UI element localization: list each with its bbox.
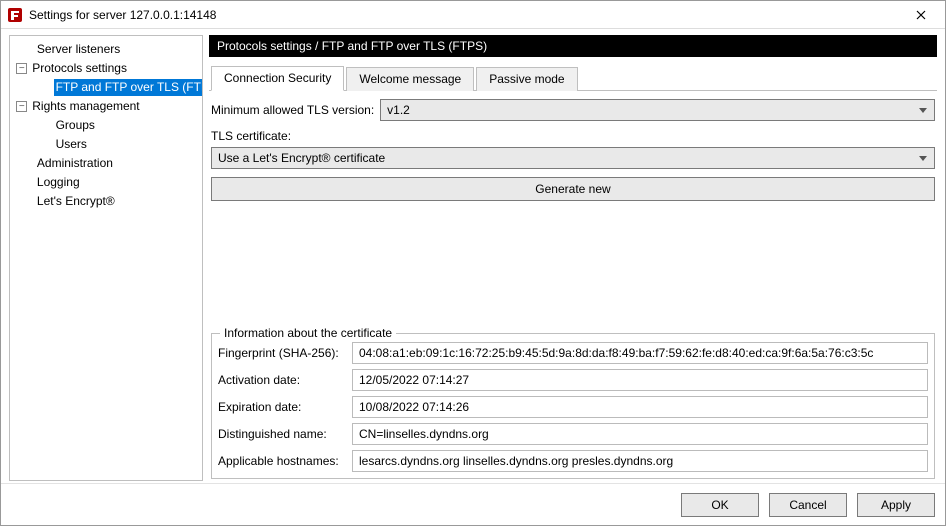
tree-collapse-icon[interactable]: − — [16, 101, 27, 112]
applicable-hostnames-value: lesarcs.dyndns.org linselles.dyndns.org … — [352, 450, 928, 472]
generate-new-button[interactable]: Generate new — [211, 177, 935, 201]
tab-welcome-message[interactable]: Welcome message — [346, 67, 474, 91]
min-tls-label: Minimum allowed TLS version: — [211, 103, 374, 117]
tab-connection-security[interactable]: Connection Security — [211, 66, 344, 91]
tree-item-users[interactable]: Users — [10, 135, 202, 154]
close-button[interactable] — [901, 1, 941, 29]
fingerprint-value: 04:08:a1:eb:09:1c:16:72:25:b9:45:5d:9a:8… — [352, 342, 928, 364]
tree-item-ftp-ftps[interactable]: FTP and FTP over TLS (FTPS) — [10, 78, 202, 97]
apply-button[interactable]: Apply — [857, 493, 935, 517]
tls-certificate-label: TLS certificate: — [211, 129, 935, 143]
tree-item-logging[interactable]: Logging — [10, 173, 202, 192]
expiration-date-label: Expiration date: — [218, 400, 352, 414]
breadcrumb: Protocols settings / FTP and FTP over TL… — [209, 35, 937, 57]
ok-button[interactable]: OK — [681, 493, 759, 517]
titlebar: Settings for server 127.0.0.1:14148 — [1, 1, 945, 29]
tree-item-groups[interactable]: Groups — [10, 116, 202, 135]
tree-item-lets-encrypt[interactable]: Let's Encrypt® — [10, 192, 202, 211]
distinguished-name-label: Distinguished name: — [218, 427, 352, 441]
tree-item-rights-management[interactable]: − Rights management — [10, 97, 202, 116]
fingerprint-label: Fingerprint (SHA-256): — [218, 346, 352, 360]
tls-certificate-value: Use a Let's Encrypt® certificate — [218, 151, 385, 165]
tree-item-protocols-settings[interactable]: − Protocols settings — [10, 59, 202, 78]
certificate-info-fieldset: Information about the certificate Finger… — [211, 333, 935, 479]
distinguished-name-value: CN=linselles.dyndns.org — [352, 423, 928, 445]
min-tls-dropdown[interactable]: v1.2 — [380, 99, 935, 121]
min-tls-value: v1.2 — [387, 103, 410, 117]
certificate-info-legend: Information about the certificate — [220, 326, 396, 340]
settings-tree: Server listeners − Protocols settings FT… — [9, 35, 203, 481]
tab-passive-mode[interactable]: Passive mode — [476, 67, 577, 91]
filezilla-server-icon — [7, 7, 23, 23]
activation-date-value: 12/05/2022 07:14:27 — [352, 369, 928, 391]
expiration-date-value: 10/08/2022 07:14:26 — [352, 396, 928, 418]
tree-collapse-icon[interactable]: − — [16, 63, 27, 74]
tab-bar: Connection Security Welcome message Pass… — [209, 57, 937, 91]
tls-certificate-dropdown[interactable]: Use a Let's Encrypt® certificate — [211, 147, 935, 169]
cancel-button[interactable]: Cancel — [769, 493, 847, 517]
activation-date-label: Activation date: — [218, 373, 352, 387]
tree-item-server-listeners[interactable]: Server listeners — [10, 40, 202, 59]
tree-item-administration[interactable]: Administration — [10, 154, 202, 173]
window-title: Settings for server 127.0.0.1:14148 — [29, 8, 216, 22]
dialog-footer: OK Cancel Apply — [1, 483, 945, 525]
applicable-hostnames-label: Applicable hostnames: — [218, 454, 352, 468]
